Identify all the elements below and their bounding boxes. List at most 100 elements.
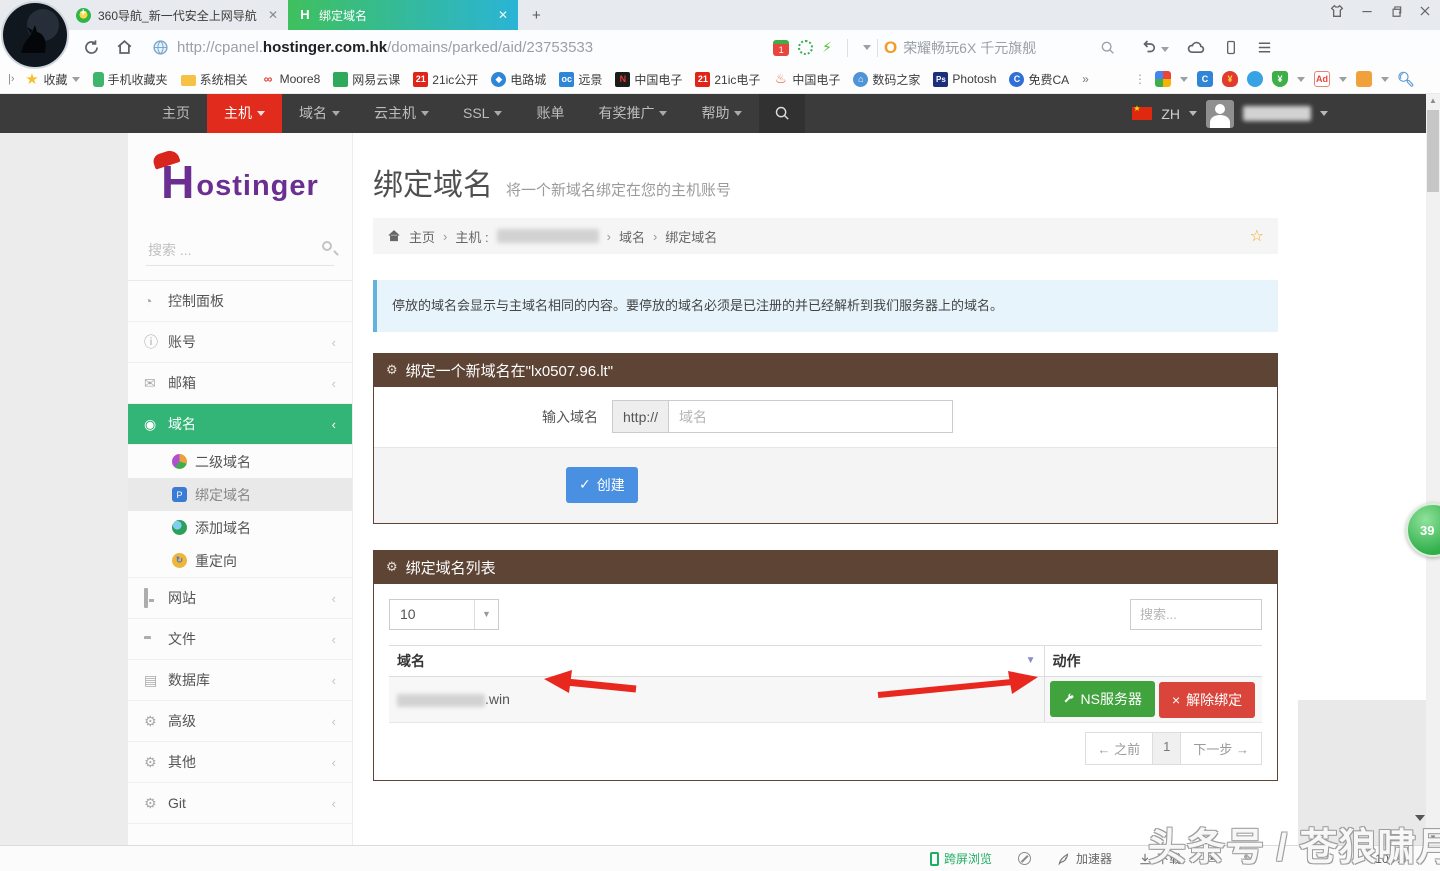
undo-icon[interactable] [1140,38,1169,56]
chevron-down-icon[interactable] [1189,111,1197,116]
column-action[interactable]: 动作 [1044,645,1262,676]
sidebar-item-databases[interactable]: ▤数据库‹ [128,660,352,701]
home-icon[interactable] [115,38,134,57]
dolphin-icon[interactable] [1247,71,1263,87]
list-search-input[interactable] [1130,599,1262,630]
sidebar-item-domains[interactable]: ◉域名‹ [128,404,352,445]
bookmark-item[interactable]: 2121ic公开 [413,71,478,88]
tab-close-icon[interactable]: ✕ [268,8,278,22]
pagination-page-1[interactable]: 1 [1153,732,1181,765]
address-bar[interactable]: http://cpanel.hostinger.com.hk/domains/p… [152,39,593,56]
addr-dropdown-icon[interactable] [863,45,871,50]
bookmark-item[interactable]: 手机收藏夹 [93,71,168,88]
column-domain[interactable]: 域名▼ [389,645,1044,676]
reader-badge-icon[interactable]: 1 [773,40,789,56]
favorite-star-icon[interactable]: ☆ [1250,226,1264,246]
ns-servers-button[interactable]: NS服务器 [1050,681,1155,717]
bookmark-item[interactable]: oc远景 [559,71,602,88]
sidebar-item-files[interactable]: 文件‹ [128,619,352,660]
red-packet-icon[interactable]: ¥ [1222,71,1238,87]
mobile-icon[interactable] [1223,39,1239,56]
speed-bolt-icon[interactable]: ⚡ [822,39,832,56]
language-selector[interactable]: ZH [1161,106,1180,122]
nav-referral[interactable]: 有奖推广 [581,94,684,133]
sidebar-item-git[interactable]: ⚙Git‹ [128,783,352,824]
tab-close-icon[interactable]: ✕ [498,8,508,22]
user-avatar[interactable] [1206,100,1234,128]
sidebar-item-redirects[interactable]: ↻重定向 [128,544,352,577]
pagination-next[interactable]: 下一步 → [1181,732,1262,765]
tab-bind-domain[interactable]: H 绑定域名 ✕ [288,0,518,30]
cloud-sync-icon[interactable] [1186,38,1206,58]
bookmark-item[interactable]: ∞Moore8 [261,72,321,87]
sidebar-search-input[interactable] [146,235,334,266]
domain-input[interactable] [668,400,953,433]
restore-icon[interactable] [1389,4,1403,18]
apps-grid-icon[interactable] [1155,71,1171,87]
page-size-select[interactable]: 10 ▼ [389,599,499,630]
shopping-shield-icon[interactable]: ¥ [1272,71,1288,87]
bookmark-favorites[interactable]: ★收藏 [25,71,80,88]
scrollbar-thumb[interactable] [1427,110,1439,192]
bookmark-item[interactable]: 系统相关 [181,71,248,88]
breadcrumb-host[interactable]: 主机 : [455,227,488,246]
bookmark-item[interactable]: ◆电路城 [491,71,546,88]
chevron-down-icon[interactable] [1381,77,1389,82]
nav-billing[interactable]: 账单 [519,94,581,133]
sidebar-item-add-domain[interactable]: 添加域名 [128,511,352,544]
bookmark-item[interactable]: ♨中国电子 [773,71,840,88]
scroll-up-icon[interactable]: ▲ [1426,94,1440,108]
bookmarks-overflow[interactable]: » [1082,72,1089,86]
new-tab-button[interactable]: + [532,7,541,24]
omnibox-search[interactable]: O 荣耀畅玩6X 千元旗舰 [884,38,1116,58]
sidebar-item-parked-domains[interactable]: P绑定域名 [128,478,352,511]
nav-ssl[interactable]: SSL [446,94,519,133]
bookmark-item[interactable]: PsPhotosh [933,72,996,87]
bookmarks-expand-icon[interactable]: |› [8,73,15,85]
pagination-prev[interactable]: ← 之前 [1085,732,1154,765]
sidebar-item-mail[interactable]: ✉邮箱‹ [128,363,352,404]
sidebar-item-advanced[interactable]: ⚙高级‹ [128,701,352,742]
hostinger-logo[interactable]: H ostinger [128,133,352,221]
nav-search-button[interactable] [759,94,805,133]
clip-extension-icon[interactable]: C [1197,71,1213,87]
bookmark-item[interactable]: 2121ic电子 [695,71,760,88]
chevron-down-icon[interactable] [1297,77,1305,82]
accelerator[interactable]: 加速器 [1057,850,1112,867]
tab-360-nav[interactable]: 360导航_新一代安全上网导航 ✕ [66,0,288,30]
chevron-down-icon[interactable] [1339,77,1347,82]
skin-icon[interactable] [1329,3,1345,19]
sidebar-item-account[interactable]: ⓘ账号‹ [128,322,352,363]
nav-hosting[interactable]: 主机 [207,94,282,133]
unbind-button[interactable]: × 解除绑定 [1159,682,1255,718]
no-trace-toggle[interactable] [1018,852,1031,865]
more-dots-icon[interactable]: ⋮ [1134,72,1146,86]
menu-icon[interactable] [1256,39,1273,56]
nav-help[interactable]: 帮助 [684,94,759,133]
nav-home[interactable]: 主页 [145,94,207,133]
browser-scrollbar[interactable]: ▲ ▼ [1426,94,1440,845]
nav-vps[interactable]: 云主机 [357,94,446,133]
nav-domains[interactable]: 域名 [282,94,357,133]
bookmark-item[interactable]: C免费CA [1009,71,1069,88]
bookmark-item[interactable]: N中国电子 [615,71,682,88]
chevron-down-icon[interactable] [1320,111,1328,116]
sidebar-item-subdomains[interactable]: 二级域名 [128,445,352,478]
breadcrumb-home[interactable]: 主页 [409,227,435,246]
zoom-search-icon[interactable]: 🔍︎ [1398,71,1414,87]
bookmark-item[interactable]: ⌂数码之家 [853,71,920,88]
minimize-icon[interactable] [1360,4,1374,18]
sidebar-item-website[interactable]: 网站‹ [128,578,352,619]
create-button[interactable]: ✓ 创建 [566,467,638,503]
bookmark-item[interactable]: 网易云课 [333,71,400,88]
chevron-down-icon[interactable] [1180,77,1188,82]
ad-block-icon[interactable]: Ad [1314,71,1330,87]
sidebar-item-dashboard[interactable]: ◔控制面板 [128,281,352,322]
sidebar-item-other[interactable]: ⚙其他‹ [128,742,352,783]
sort-desc-icon[interactable]: ▼ [1026,655,1036,666]
cross-screen-browse[interactable]: 跨屏浏览 [930,850,992,867]
close-icon[interactable] [1418,4,1432,18]
refresh-icon[interactable] [82,38,101,57]
grid-tool-icon[interactable] [1356,71,1372,87]
search-icon[interactable] [1100,40,1116,56]
